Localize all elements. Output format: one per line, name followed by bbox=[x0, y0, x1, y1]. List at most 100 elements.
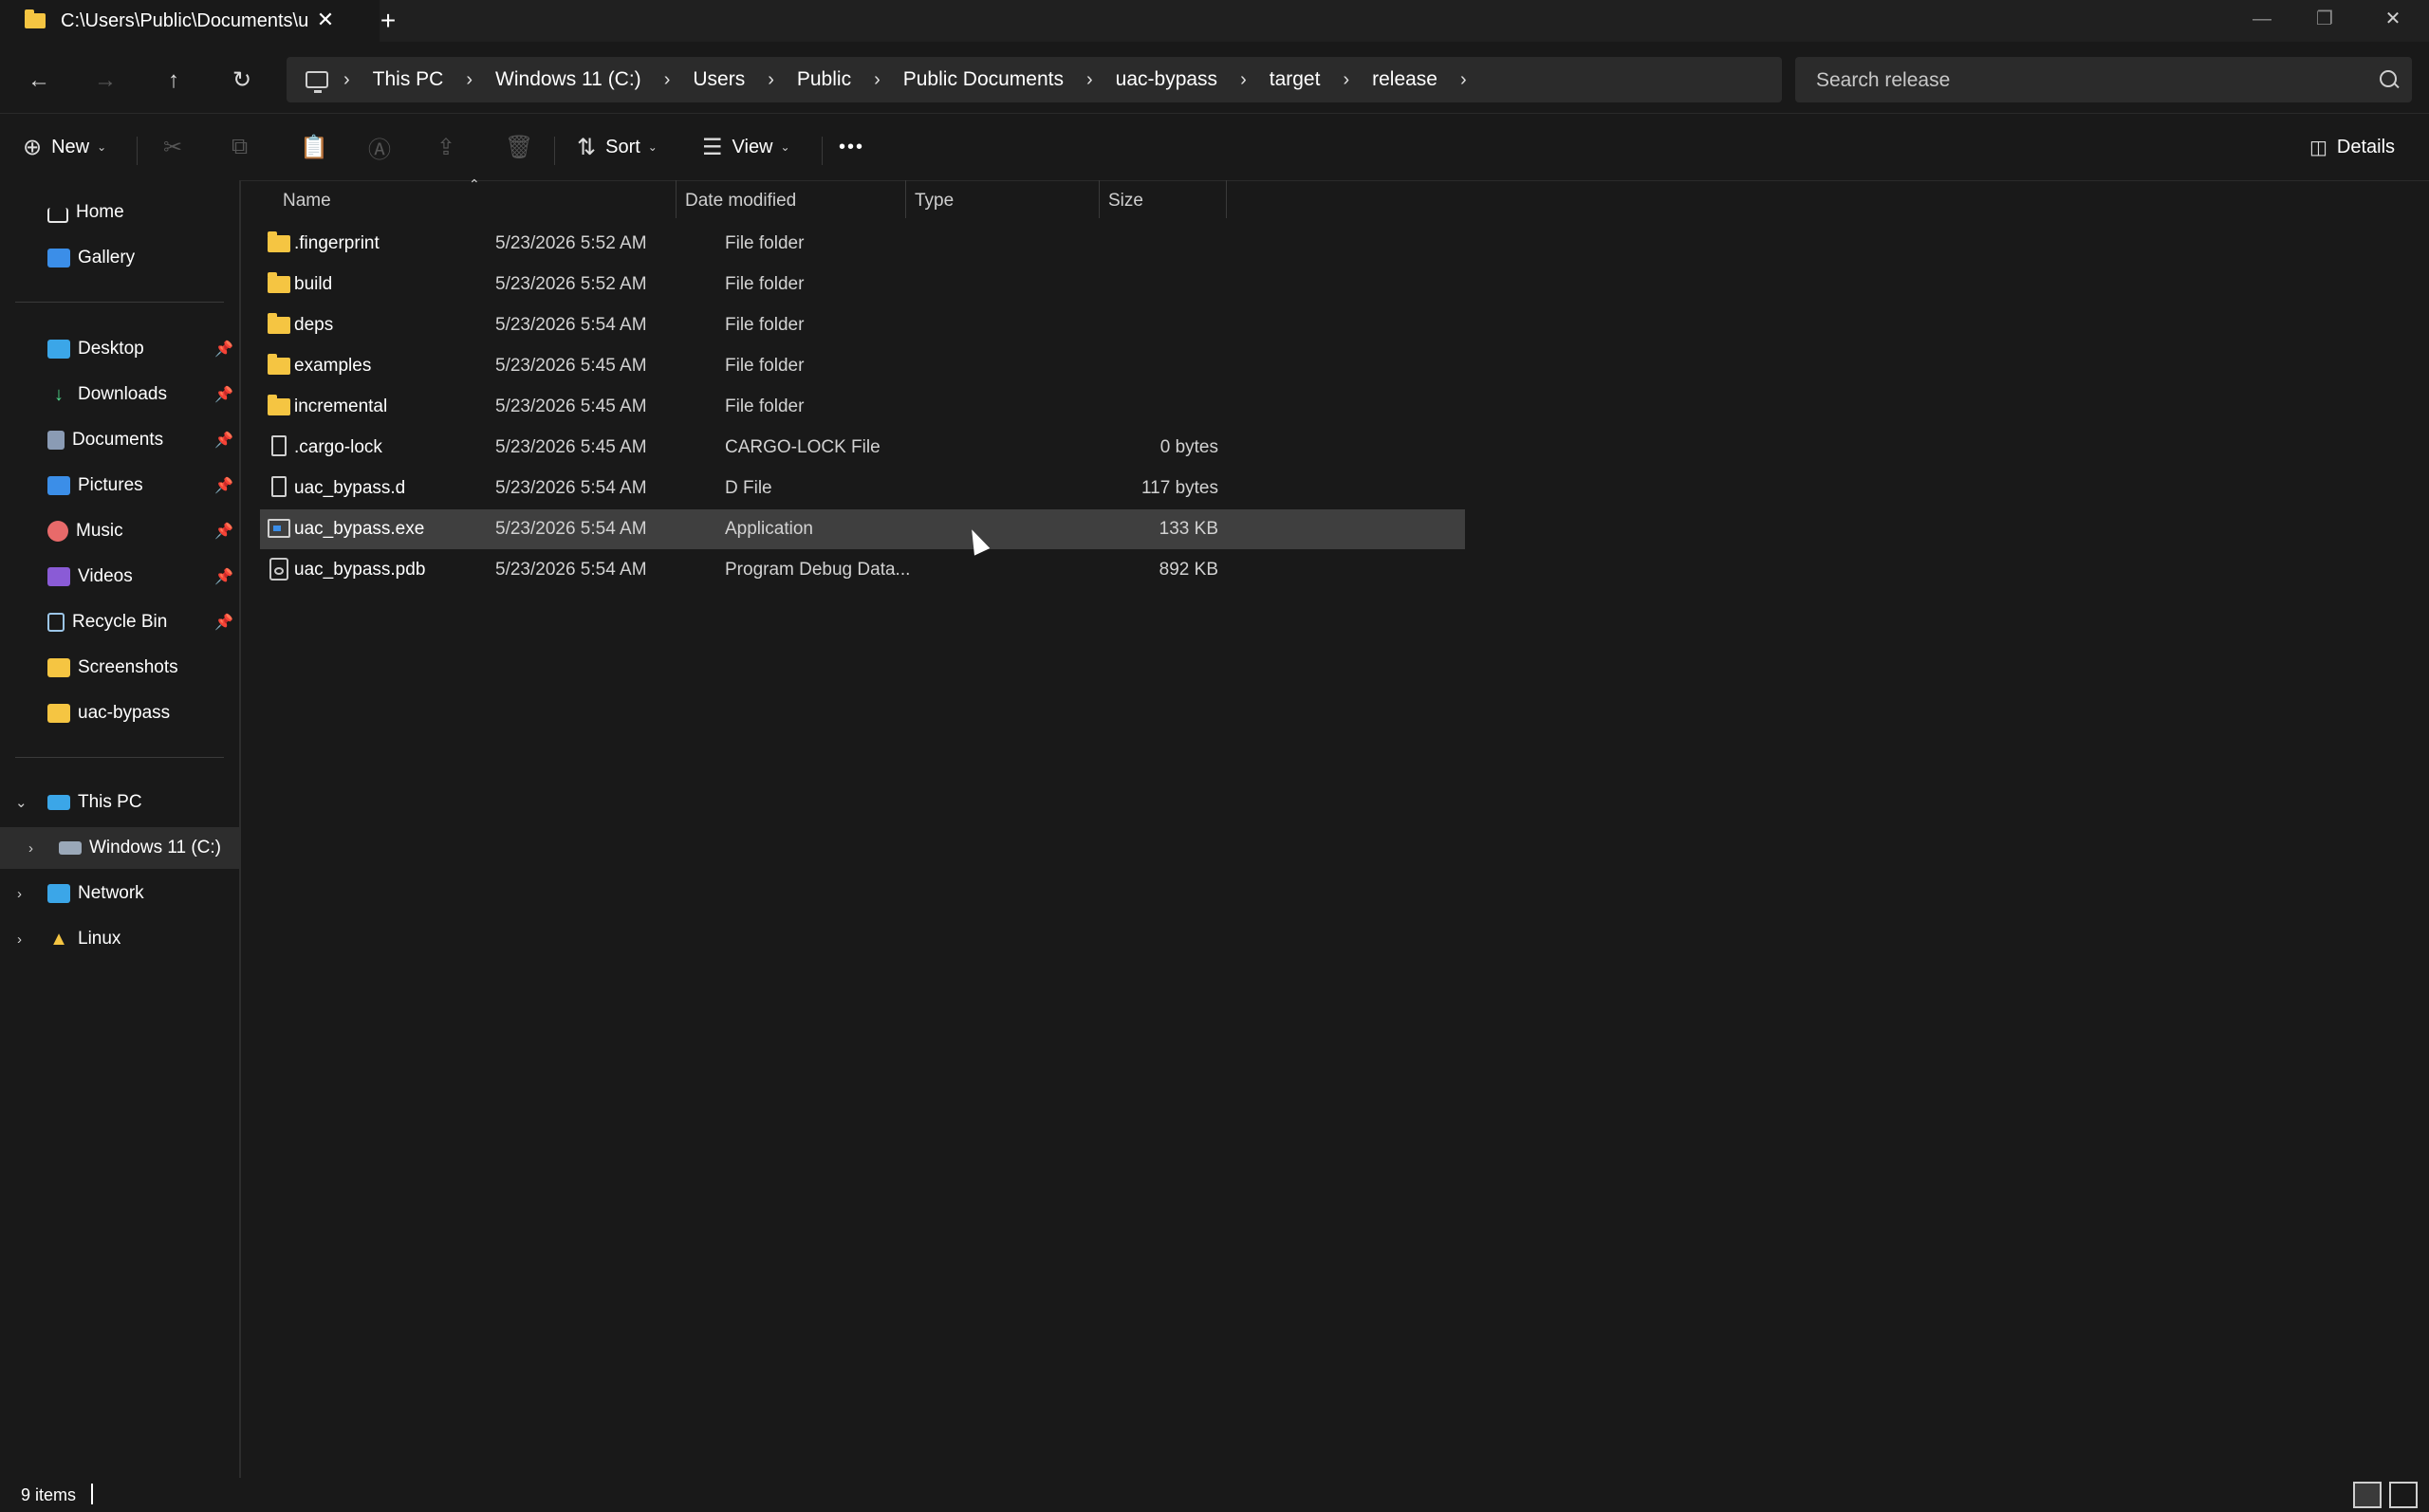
item-count: 9 items bbox=[21, 1485, 77, 1504]
breadcrumb-windows-c[interactable]: Windows 11 (C:) bbox=[495, 68, 641, 91]
view-button[interactable]: ☰ View ⌄ bbox=[702, 127, 790, 167]
breadcrumb-users[interactable]: Users bbox=[693, 68, 745, 91]
column-header-size[interactable]: Size bbox=[1108, 180, 1143, 222]
column-header-type[interactable]: Type bbox=[915, 180, 954, 222]
new-tab-button[interactable]: + bbox=[372, 6, 404, 36]
sidebar-item-windows-c[interactable]: › Windows 11 (C:) bbox=[0, 827, 239, 869]
sidebar-item-gallery[interactable]: Gallery bbox=[0, 237, 239, 279]
forward-button[interactable]: → bbox=[83, 59, 127, 102]
sort-icon: ⇅ bbox=[577, 134, 597, 160]
breadcrumb-public[interactable]: Public bbox=[797, 68, 851, 91]
sidebar-item-label: Screenshots bbox=[78, 657, 178, 677]
sort-button[interactable]: ⇅ Sort ⌄ bbox=[577, 127, 658, 167]
tiles-view-toggle[interactable] bbox=[2389, 1482, 2418, 1508]
file-date-modified: 5/23/2026 5:52 AM bbox=[495, 233, 647, 253]
sidebar-item-uac-bypass[interactable]: uac-bypass bbox=[0, 692, 239, 734]
divider bbox=[137, 137, 138, 165]
column-resize-handle[interactable] bbox=[1226, 180, 1227, 218]
breadcrumb-this-pc[interactable]: This PC bbox=[373, 68, 444, 91]
minimize-button[interactable]: — bbox=[2234, 0, 2290, 38]
sidebar-item-label: Recycle Bin bbox=[72, 612, 168, 632]
table-row[interactable]: .cargo-lock 5/23/2026 5:45 AM CARGO-LOCK… bbox=[260, 428, 1465, 468]
table-row[interactable]: deps 5/23/2026 5:54 AM File folder bbox=[260, 305, 1465, 345]
chevron-right-icon[interactable]: › bbox=[17, 886, 22, 902]
column-resize-handle[interactable] bbox=[905, 180, 906, 218]
text-caret bbox=[91, 1484, 93, 1504]
tab-close-button[interactable]: ✕ bbox=[311, 6, 340, 34]
breadcrumb-chevron-icon[interactable]: › bbox=[874, 69, 881, 91]
search-box[interactable] bbox=[1795, 57, 2412, 104]
sidebar-item-recycle-bin[interactable]: Recycle Bin 📌 bbox=[0, 601, 239, 643]
table-row[interactable]: uac_bypass.pdb 5/23/2026 5:54 AM Program… bbox=[260, 550, 1465, 590]
breadcrumb-chevron-icon[interactable]: › bbox=[343, 69, 350, 91]
sidebar-item-downloads[interactable]: ↓ Downloads 📌 bbox=[0, 374, 239, 415]
chevron-right-icon[interactable]: › bbox=[17, 931, 22, 948]
breadcrumb-release[interactable]: release bbox=[1372, 68, 1437, 91]
details-view-toggle[interactable] bbox=[2353, 1482, 2382, 1508]
sidebar-item-screenshots[interactable]: Screenshots bbox=[0, 647, 239, 689]
breadcrumb-chevron-icon[interactable]: › bbox=[664, 69, 671, 91]
pin-icon[interactable]: 📌 bbox=[214, 613, 233, 632]
breadcrumb-uac-bypass[interactable]: uac-bypass bbox=[1116, 68, 1217, 91]
file-name: uac_bypass.d bbox=[294, 478, 406, 498]
breadcrumb-chevron-icon[interactable]: › bbox=[1343, 69, 1349, 91]
pin-icon[interactable]: 📌 bbox=[214, 476, 233, 495]
file-type: File folder bbox=[725, 274, 805, 294]
search-input[interactable] bbox=[1814, 57, 2349, 104]
back-button[interactable]: ← bbox=[17, 59, 61, 102]
table-row[interactable]: examples 5/23/2026 5:45 AM File folder bbox=[260, 346, 1465, 386]
more-options-button[interactable]: ••• bbox=[839, 127, 864, 167]
paste-button[interactable]: 📋 bbox=[300, 127, 338, 167]
copy-button[interactable]: ⧉ bbox=[232, 127, 257, 167]
breadcrumb-target[interactable]: target bbox=[1270, 68, 1321, 91]
breadcrumb-public-documents[interactable]: Public Documents bbox=[903, 68, 1064, 91]
close-window-button[interactable]: ✕ bbox=[2364, 0, 2421, 38]
breadcrumb-chevron-icon[interactable]: › bbox=[1460, 69, 1467, 91]
breadcrumb-chevron-icon[interactable]: › bbox=[1086, 69, 1093, 91]
sidebar-item-network[interactable]: › Network bbox=[0, 873, 239, 914]
maximize-button[interactable]: ❐ bbox=[2296, 0, 2353, 38]
pin-icon[interactable]: 📌 bbox=[214, 385, 233, 404]
view-label: View bbox=[732, 136, 773, 157]
sidebar-item-pictures[interactable]: Pictures 📌 bbox=[0, 465, 239, 507]
details-pane-button[interactable]: ◫ Details bbox=[2309, 127, 2395, 167]
sidebar-item-linux[interactable]: › ▲ Linux bbox=[0, 918, 239, 960]
chevron-down-icon: ⌄ bbox=[647, 140, 658, 154]
search-icon[interactable] bbox=[2380, 70, 2397, 87]
table-row[interactable]: incremental 5/23/2026 5:45 AM File folde… bbox=[260, 387, 1465, 427]
navigation-bar: ← → ↑ ↻ › This PC › Windows 11 (C:) › Us… bbox=[0, 42, 2429, 114]
sidebar-item-desktop[interactable]: Desktop 📌 bbox=[0, 328, 239, 370]
up-button[interactable]: ↑ bbox=[152, 59, 195, 102]
breadcrumb-chevron-icon[interactable]: › bbox=[1240, 69, 1247, 91]
sidebar-item-music[interactable]: Music 📌 bbox=[0, 510, 239, 552]
sidebar-item-home[interactable]: Home bbox=[0, 192, 239, 233]
column-resize-handle[interactable] bbox=[1099, 180, 1100, 218]
pin-icon[interactable]: 📌 bbox=[214, 340, 233, 359]
table-row-selected[interactable]: uac_bypass.exe 5/23/2026 5:54 AM Applica… bbox=[260, 509, 1465, 549]
tab-current[interactable]: C:\Users\Public\Documents\u ✕ bbox=[0, 0, 380, 42]
table-row[interactable]: build 5/23/2026 5:52 AM File folder bbox=[260, 265, 1465, 304]
pin-icon[interactable]: 📌 bbox=[214, 567, 233, 586]
column-header-date-modified[interactable]: Date modified bbox=[685, 180, 796, 222]
new-button[interactable]: ⊕ New ⌄ bbox=[23, 127, 106, 167]
table-row[interactable]: uac_bypass.d 5/23/2026 5:54 AM D File 11… bbox=[260, 469, 1465, 508]
sidebar-item-documents[interactable]: Documents 📌 bbox=[0, 419, 239, 461]
chevron-right-icon[interactable]: › bbox=[28, 840, 33, 857]
cut-button[interactable]: ✂ bbox=[163, 127, 192, 167]
file-icon bbox=[271, 476, 287, 497]
share-button[interactable]: ⇪ bbox=[436, 127, 465, 167]
pin-icon[interactable]: 📌 bbox=[214, 431, 233, 450]
rename-button[interactable]: Ⓐ bbox=[368, 127, 400, 167]
sidebar-item-this-pc[interactable]: ⌄ This PC bbox=[0, 782, 239, 823]
column-resize-handle[interactable] bbox=[676, 180, 677, 218]
breadcrumb-chevron-icon[interactable]: › bbox=[466, 69, 473, 91]
address-bar[interactable]: › This PC › Windows 11 (C:) › Users › Pu… bbox=[287, 57, 1782, 102]
chevron-down-icon[interactable]: ⌄ bbox=[15, 794, 28, 811]
sidebar-item-videos[interactable]: Videos 📌 bbox=[0, 556, 239, 598]
table-row[interactable]: .fingerprint 5/23/2026 5:52 AM File fold… bbox=[260, 224, 1465, 264]
breadcrumb-chevron-icon[interactable]: › bbox=[768, 69, 774, 91]
delete-button[interactable]: 🗑 bbox=[505, 127, 543, 167]
pin-icon[interactable]: 📌 bbox=[214, 522, 233, 541]
refresh-button[interactable]: ↻ bbox=[220, 59, 264, 102]
column-header-name[interactable]: Name bbox=[283, 180, 331, 222]
